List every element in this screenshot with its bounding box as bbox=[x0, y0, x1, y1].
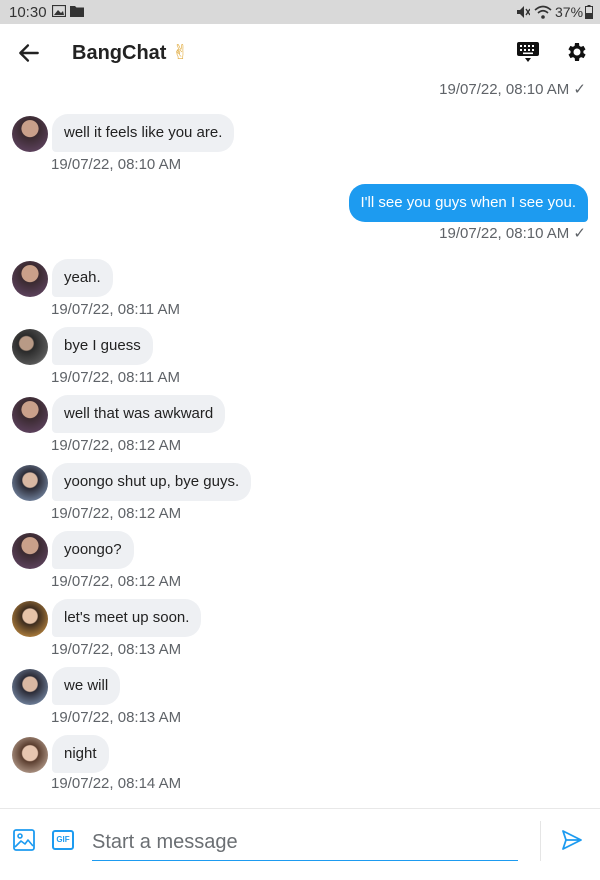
battery-icon bbox=[585, 5, 593, 19]
avatar[interactable] bbox=[12, 397, 48, 433]
back-arrow-icon[interactable] bbox=[16, 40, 42, 66]
message-timestamp: 19/07/22, 08:11 AM bbox=[51, 301, 180, 318]
avatar[interactable] bbox=[12, 533, 48, 569]
chat-title: BangChat ✌ bbox=[72, 40, 189, 65]
message-input[interactable] bbox=[92, 825, 518, 861]
message-bubble[interactable]: bye I guess bbox=[52, 327, 153, 365]
message-composer: GIF bbox=[0, 808, 600, 880]
message-bubble[interactable]: yeah. bbox=[52, 259, 113, 297]
status-bar: 10:30 37% bbox=[0, 0, 600, 24]
folder-notification-icon bbox=[70, 6, 84, 17]
gear-icon[interactable] bbox=[564, 40, 588, 64]
victory-hand-emoji: ✌ bbox=[172, 42, 189, 64]
chat-header: BangChat ✌ bbox=[0, 24, 600, 80]
composer-divider bbox=[540, 821, 541, 861]
avatar[interactable] bbox=[12, 737, 48, 773]
message-bubble[interactable]: we will bbox=[52, 667, 121, 705]
message-bubble[interactable]: night bbox=[52, 735, 109, 773]
status-time: 10:30 bbox=[9, 4, 47, 21]
gif-button[interactable]: GIF bbox=[52, 830, 74, 850]
message-bubble[interactable]: let's meet up soon. bbox=[52, 599, 202, 637]
avatar[interactable] bbox=[12, 669, 48, 705]
chat-title-text: BangChat bbox=[72, 42, 167, 64]
avatar[interactable] bbox=[12, 601, 48, 637]
message-timestamp: 19/07/22, 08:10 AM ✓ bbox=[439, 225, 586, 242]
keyboard-icon[interactable] bbox=[516, 40, 540, 64]
message-timestamp: 19/07/22, 08:12 AM bbox=[51, 437, 182, 454]
send-icon[interactable] bbox=[560, 828, 584, 852]
message-bubble[interactable]: well that was awkward bbox=[52, 395, 226, 433]
image-icon[interactable] bbox=[13, 829, 35, 851]
mute-icon bbox=[517, 6, 530, 18]
message-timestamp: 19/07/22, 08:12 AM bbox=[51, 573, 182, 590]
message-timestamp: 19/07/22, 08:13 AM bbox=[51, 709, 182, 726]
avatar[interactable] bbox=[12, 329, 48, 365]
message-bubble[interactable]: well it feels like you are. bbox=[52, 114, 235, 152]
message-bubble[interactable]: yoongo shut up, bye guys. bbox=[52, 463, 252, 501]
message-timestamp: 19/07/22, 08:10 AM ✓ bbox=[439, 81, 586, 98]
gallery-notification-icon bbox=[52, 5, 66, 17]
message-bubble[interactable]: yoongo? bbox=[52, 531, 134, 569]
battery-percentage: 37% bbox=[555, 4, 584, 20]
avatar[interactable] bbox=[12, 116, 48, 152]
avatar[interactable] bbox=[12, 261, 48, 297]
message-timestamp: 19/07/22, 08:11 AM bbox=[51, 369, 180, 386]
message-timestamp: 19/07/22, 08:12 AM bbox=[51, 505, 182, 522]
message-timestamp: 19/07/22, 08:13 AM bbox=[51, 641, 182, 658]
message-timestamp: 19/07/22, 08:10 AM bbox=[51, 156, 182, 173]
wifi-icon bbox=[534, 5, 552, 19]
message-bubble[interactable]: I'll see you guys when I see you. bbox=[348, 184, 588, 222]
avatar[interactable] bbox=[12, 465, 48, 501]
message-timestamp: 19/07/22, 08:14 AM bbox=[51, 775, 182, 792]
